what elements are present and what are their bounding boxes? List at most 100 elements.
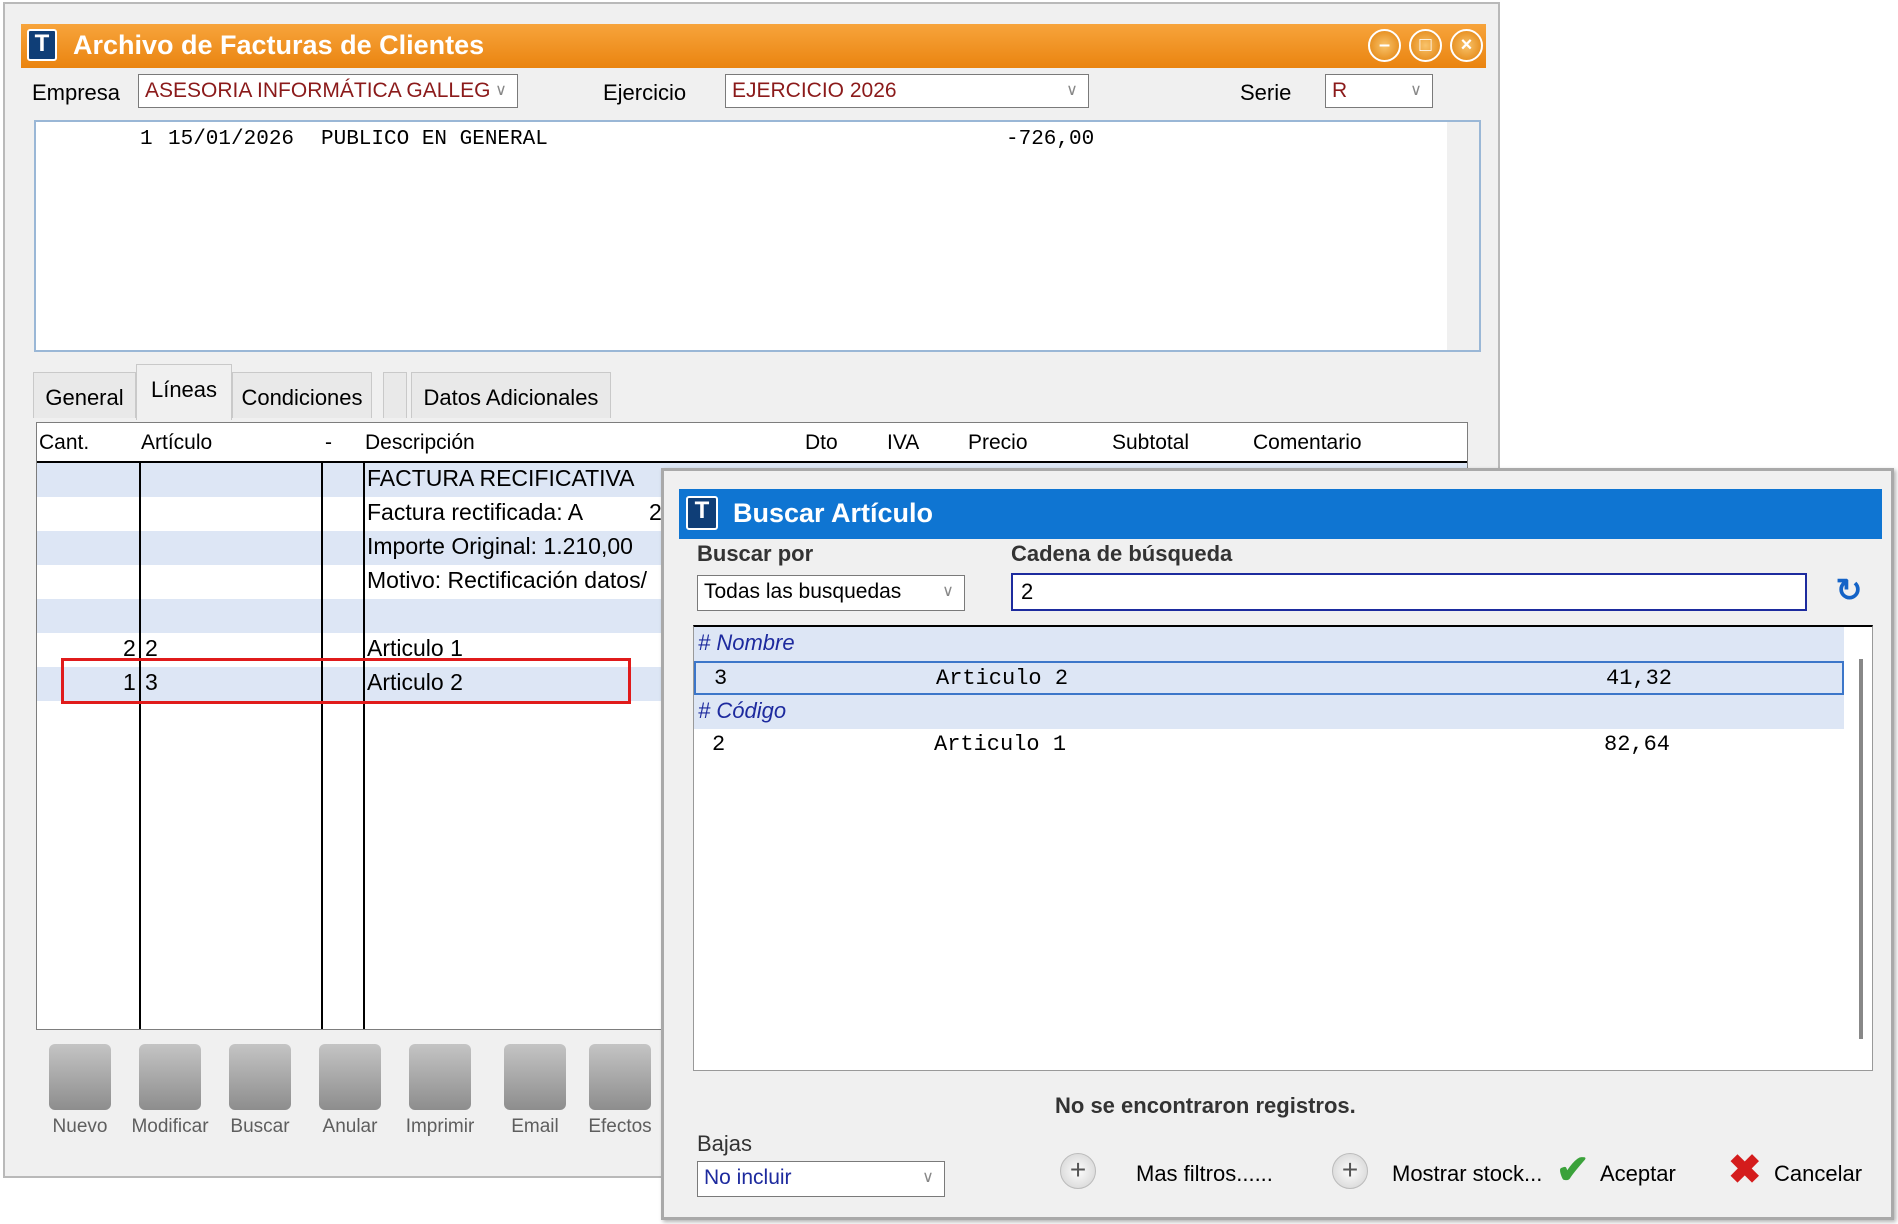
column-header[interactable]: Dto (805, 423, 838, 463)
column-header[interactable]: Comentario (1253, 423, 1362, 463)
empresa-label: Empresa (32, 80, 121, 105)
ejercicio-label: Ejercicio (603, 80, 687, 105)
aceptar-button[interactable]: ✔ Aceptar (1556, 1147, 1696, 1197)
invoice-list-scrollbar[interactable] (1447, 122, 1479, 350)
column-header[interactable]: IVA (887, 423, 919, 463)
column-header[interactable]: Cant. (39, 423, 89, 463)
email-button[interactable]: Email (495, 1044, 575, 1138)
row-description: Importe Original: 1.210,00 (367, 533, 633, 559)
cancelar-button[interactable]: ✖ Cancelar (1728, 1147, 1878, 1197)
efectos-button[interactable]: Efectos (580, 1044, 660, 1138)
search-results-list[interactable]: # Nombre 3 Articulo 2 41,32 # Código 2 A… (693, 625, 1873, 1071)
invoice-client: PUBLICO EN GENERAL (321, 128, 548, 151)
column-header[interactable]: Subtotal (1112, 423, 1189, 463)
buscar-por-value: Todas las busquedas (704, 580, 902, 603)
chevron-down-icon[interactable]: ∨ (1058, 77, 1086, 105)
serie-select[interactable]: R ∨ (1325, 74, 1433, 108)
empresa-value: ASESORIA INFORMÁTICA GALLEG (145, 79, 491, 102)
plus-icon[interactable]: + (1060, 1153, 1096, 1189)
buscar-label: Buscar (230, 1116, 290, 1137)
item-code: 3 (714, 666, 728, 691)
app-logo-icon: T (27, 29, 57, 61)
group-label: # Nombre (698, 630, 795, 655)
invoice-list[interactable]: 1 15/01/2026 PUBLICO EN GENERAL -726,00 (34, 120, 1481, 352)
app-logo-icon: T (686, 496, 718, 530)
nuevo-button[interactable]: Nuevo (40, 1044, 120, 1138)
column-header[interactable]: - (325, 423, 332, 463)
serie-label: Serie (1240, 80, 1292, 105)
email-icon (504, 1044, 566, 1110)
ejercicio-select[interactable]: EJERCICIO 2026 ∨ (725, 74, 1089, 108)
pencil-icon (139, 1044, 201, 1110)
modificar-label: Modificar (131, 1116, 209, 1137)
new-document-icon (49, 1044, 111, 1110)
list-item[interactable]: 2 Articulo 1 82,64 (694, 729, 1844, 763)
tab-lineas[interactable]: Líneas (136, 364, 232, 420)
email-label: Email (511, 1116, 559, 1137)
cancelar-label: Cancelar (1774, 1161, 1863, 1186)
close-icon[interactable]: × (1450, 29, 1483, 62)
anular-button[interactable]: Anular (310, 1044, 390, 1138)
column-header[interactable]: Artículo (141, 423, 212, 463)
nuevo-label: Nuevo (52, 1116, 108, 1137)
column-divider (363, 463, 365, 1029)
trash-icon (319, 1044, 381, 1110)
buscar-por-select[interactable]: Todas las busquedas ∨ (697, 575, 965, 611)
row-description: Motivo: Rectificación datos/ (367, 567, 647, 593)
bajas-select[interactable]: No incluir ∨ (697, 1161, 945, 1197)
invoice-date: 15/01/2026 (168, 128, 295, 151)
mas-filtros-button[interactable]: Mas filtros...... (1136, 1161, 1273, 1187)
invoice-amount: -726,00 (1006, 128, 1095, 151)
ejercicio-value: EJERCICIO 2026 (732, 79, 897, 102)
row-description: FACTURA RECIFICATIVA (367, 465, 635, 491)
refresh-icon[interactable]: ↻ (1829, 571, 1869, 611)
tab-blank[interactable] (383, 372, 407, 418)
tab-datos-adicionales[interactable]: Datos Adicionales (411, 372, 611, 418)
group-header: # Nombre (694, 627, 1844, 661)
modificar-button[interactable]: Modificar (130, 1044, 210, 1138)
highlighted-row-annotation (61, 658, 631, 704)
item-code: 2 (712, 732, 726, 757)
imprimir-button[interactable]: Imprimir (400, 1044, 480, 1138)
results-scrollbar[interactable] (1856, 629, 1866, 1069)
maximize-icon[interactable]: □ (1409, 29, 1442, 62)
efectos-label: Efectos (588, 1116, 652, 1137)
column-header[interactable]: Precio (968, 423, 1028, 463)
item-name: Articulo 2 (936, 666, 1069, 691)
empresa-select[interactable]: ASESORIA INFORMÁTICA GALLEG ∨ (138, 74, 518, 108)
item-price: 41,32 (1606, 666, 1673, 691)
serie-value: R (1332, 79, 1348, 102)
checkmark-icon: ✔ (1556, 1148, 1590, 1192)
bajas-label: Bajas (697, 1131, 753, 1156)
cadena-label: Cadena de búsqueda (1011, 541, 1233, 566)
mostrar-stock-button[interactable]: Mostrar stock... (1392, 1161, 1542, 1187)
dialog-title-bar[interactable]: T Buscar Artículo (679, 489, 1882, 539)
row-extra: 2 (649, 499, 662, 525)
column-header[interactable]: Descripción (365, 423, 475, 463)
plus-icon[interactable]: + (1332, 1153, 1368, 1189)
list-item[interactable]: 3 Articulo 2 41,32 (694, 661, 1844, 695)
chevron-down-icon[interactable]: ∨ (487, 77, 515, 105)
minimize-icon[interactable]: – (1368, 29, 1401, 62)
search-input[interactable]: 2 (1011, 573, 1807, 611)
printer-icon (409, 1044, 471, 1110)
scrollbar-thumb[interactable] (1859, 659, 1863, 1039)
tab-general[interactable]: General (33, 372, 136, 418)
aceptar-label: Aceptar (1600, 1161, 1676, 1186)
buscar-button[interactable]: Buscar (220, 1044, 300, 1138)
tab-condiciones[interactable]: Condiciones (232, 372, 372, 418)
dialog-title: Buscar Artículo (733, 498, 934, 528)
chevron-down-icon[interactable]: ∨ (934, 578, 962, 606)
cross-icon: ✖ (1728, 1148, 1762, 1192)
search-article-dialog: T Buscar Artículo Buscar por Todas las b… (661, 468, 1894, 1220)
imprimir-label: Imprimir (405, 1116, 475, 1137)
magnifier-icon (229, 1044, 291, 1110)
column-divider (321, 463, 323, 1029)
briefcase-icon (589, 1044, 651, 1110)
anular-label: Anular (322, 1116, 378, 1137)
chevron-down-icon[interactable]: ∨ (1402, 77, 1430, 105)
window-title-bar[interactable]: T Archivo de Facturas de Clientes – □ × (21, 24, 1486, 68)
window-title: Archivo de Facturas de Clientes (73, 30, 485, 60)
invoice-row[interactable]: 1 15/01/2026 PUBLICO EN GENERAL -726,00 (36, 128, 1136, 158)
chevron-down-icon[interactable]: ∨ (914, 1164, 942, 1192)
